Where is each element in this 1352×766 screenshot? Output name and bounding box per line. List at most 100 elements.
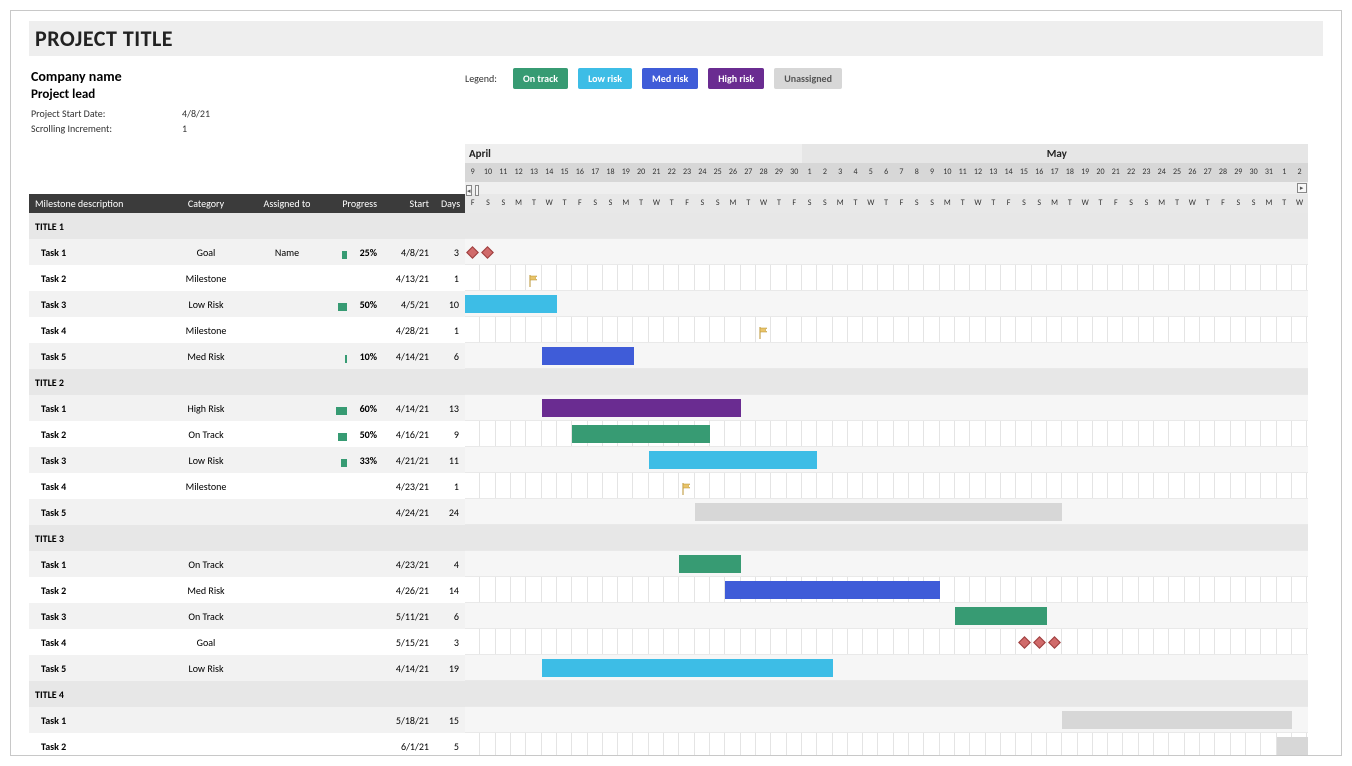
task-desc: Task 1 [29,402,165,415]
task-start: 4/16/21 [383,428,435,441]
scroll-inc-label: Scrolling Increment: [29,121,122,136]
task-row[interactable]: Task 2Med Risk4/26/2114 [29,577,465,603]
timeline-scrollbar[interactable]: ◂ ▸ [465,182,1308,194]
task-row[interactable]: Task 4Milestone4/23/211 [29,473,465,499]
task-row[interactable]: Task 1GoalName25%4/8/213 [29,239,465,265]
task-start: 4/5/21 [383,298,435,311]
task-progress: 33% [327,454,383,467]
task-row[interactable]: Task 2On Track50%4/16/219 [29,421,465,447]
legend-item-low-risk: Low risk [578,68,632,89]
gantt-bar[interactable] [465,295,557,313]
task-desc: Task 4 [29,636,165,649]
task-desc: Task 3 [29,298,165,311]
month-april: April [465,144,802,163]
milestone-flag-icon [759,325,769,344]
task-category: Milestone [165,272,247,285]
section-title: TITLE 2 [29,376,165,389]
gantt-bar[interactable] [725,581,939,599]
task-start: 5/18/21 [383,714,435,727]
task-start: 4/14/21 [383,662,435,675]
gantt-bar[interactable] [695,503,1063,521]
task-row[interactable]: Task 54/24/2124 [29,499,465,525]
gantt-bar[interactable] [542,659,833,677]
gantt-row [465,473,1308,499]
column-headers: Milestone description Category Assigned … [29,194,465,213]
gantt-row [465,343,1308,369]
task-category: On Track [165,610,247,623]
task-progress: 50% [327,428,383,441]
gantt-row [465,577,1308,603]
section-header: TITLE 3 [29,525,465,551]
gantt-bar[interactable] [955,607,1047,625]
legend-item-on-track: On track [513,68,568,89]
task-start: 4/21/21 [383,454,435,467]
task-row[interactable]: Task 15/18/2115 [29,707,465,733]
task-start: 4/23/21 [383,558,435,571]
gantt-row [465,291,1308,317]
day-of-week-header: FSSMTWTFSSMTWTFSSMTWTFSSMTWTFSSMTWTFSSMT… [465,194,1308,213]
task-category: Milestone [165,480,247,493]
task-assigned: Name [247,246,327,259]
task-start: 5/11/21 [383,610,435,623]
start-date-value[interactable]: 4/8/21 [122,106,220,121]
gantt-row [465,655,1308,681]
gantt-row [465,499,1308,525]
gantt-bar[interactable] [1062,711,1292,729]
col-days: Days [435,194,465,213]
task-category: Low Risk [165,298,247,311]
goal-diamond-icon [1048,636,1061,649]
milestone-flag-icon [682,481,692,500]
project-lead: Project lead [31,87,465,102]
gantt-bar[interactable] [542,347,634,365]
gantt-bar[interactable] [572,425,710,443]
task-row[interactable]: Task 5Med Risk10%4/14/216 [29,343,465,369]
project-meta: Company name Project lead Project Start … [29,66,465,136]
legend-label: Legend: [465,72,497,85]
task-days: 6 [435,350,465,363]
task-days: 3 [435,246,465,259]
task-desc: Task 2 [29,428,165,441]
task-row[interactable]: Task 1High Risk60%4/14/2113 [29,395,465,421]
task-start: 4/28/21 [383,324,435,337]
gantt-row [465,707,1308,733]
task-row[interactable]: Task 2Milestone4/13/211 [29,265,465,291]
gantt-bar[interactable] [1277,737,1308,755]
task-start: 4/14/21 [383,402,435,415]
gantt-row [465,551,1308,577]
task-row[interactable]: Task 1On Track4/23/214 [29,551,465,577]
company-name: Company name [31,68,465,85]
task-desc: Task 1 [29,558,165,571]
task-start: 4/24/21 [383,506,435,519]
legend-item-unassigned: Unassigned [774,68,842,89]
gantt-row [465,603,1308,629]
task-row[interactable]: Task 3Low Risk50%4/5/2110 [29,291,465,317]
gantt-section-row [465,369,1308,395]
task-row[interactable]: Task 4Goal5/15/213 [29,629,465,655]
task-row[interactable]: Task 26/1/215 [29,733,465,756]
gantt-section-row [465,213,1308,239]
col-assigned-to: Assigned to [247,194,327,213]
gantt-section-row [465,525,1308,551]
gantt-bar[interactable] [649,451,818,469]
task-category: Low Risk [165,454,247,467]
scroll-right-button[interactable]: ▸ [1297,183,1307,193]
task-start: 4/23/21 [383,480,435,493]
task-row[interactable]: Task 5Low Risk4/14/2119 [29,655,465,681]
month-header: AprilMay [465,144,1308,163]
task-row[interactable]: Task 4Milestone4/28/211 [29,317,465,343]
legend-item-high-risk: High risk [708,68,764,89]
gantt-bar[interactable] [542,399,741,417]
task-row[interactable]: Task 3On Track5/11/216 [29,603,465,629]
task-desc: Task 5 [29,662,165,675]
milestone-flag-icon [529,273,539,292]
gantt-bar[interactable] [679,555,740,573]
task-start: 6/1/21 [383,740,435,753]
scroll-inc-value[interactable]: 1 [122,121,220,136]
task-row[interactable]: Task 3Low Risk33%4/21/2111 [29,447,465,473]
task-desc: Task 3 [29,610,165,623]
task-desc: Task 4 [29,480,165,493]
task-start: 4/8/21 [383,246,435,259]
task-start: 4/26/21 [383,584,435,597]
section-header: TITLE 1 [29,213,465,239]
col-category: Category [165,194,247,213]
